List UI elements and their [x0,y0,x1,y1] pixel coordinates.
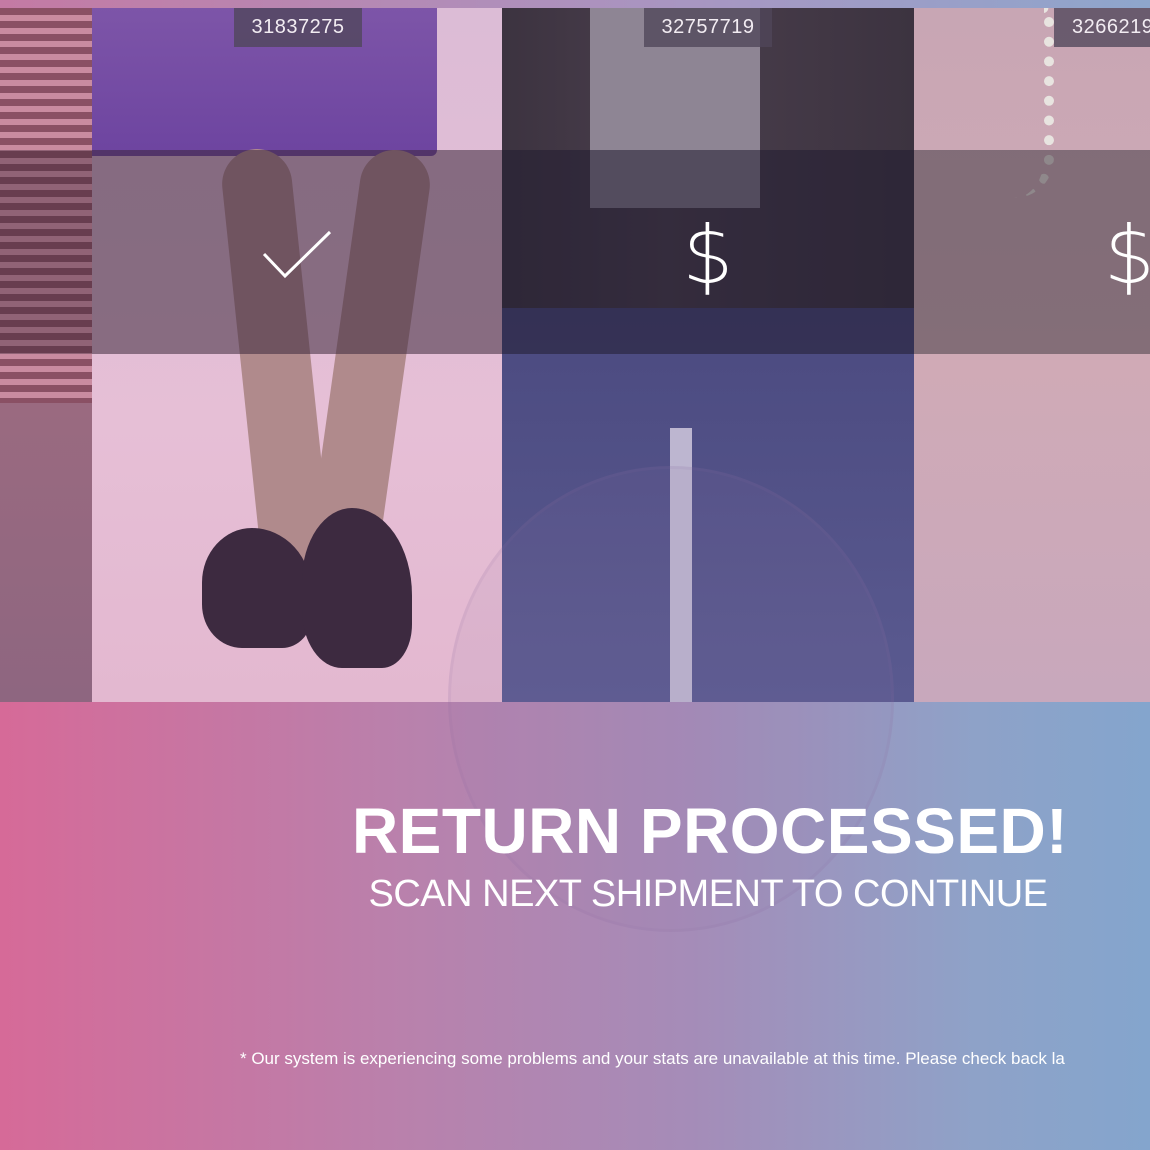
product-tile-2: 32757719 [502,8,914,702]
product-tile-partial [0,8,92,702]
product-tile-3: 3266219 [914,8,1150,702]
product-photo-jeans [502,308,914,702]
sku-label: 31837275 [234,8,362,47]
product-photo-lower [0,403,92,702]
product-photo-background [670,428,692,702]
sku-label: 3266219 [1054,8,1150,47]
instruction-text: SCAN NEXT SHIPMENT TO CONTINUE [368,873,1048,915]
product-photo-shoe [302,508,412,668]
status-overlay [0,150,92,354]
sku-label: 32757719 [644,8,772,47]
system-notice: * Our system is experiencing some proble… [240,1049,1065,1068]
page-title: RETURN PROCESSED! [351,795,1069,867]
status-overlay: $ [914,150,1150,354]
check-icon [262,230,332,279]
return-processed-screen: 31837275 32757719 3266219 $ $ RETURN PRO… [0,0,1150,1150]
dollar-icon: $ [1104,209,1150,302]
top-color-strip [0,0,1150,8]
status-overlay: $ [502,150,914,354]
product-tile-1: 31837275 [92,8,502,702]
dollar-icon: $ [682,209,734,302]
status-overlay [92,150,502,354]
